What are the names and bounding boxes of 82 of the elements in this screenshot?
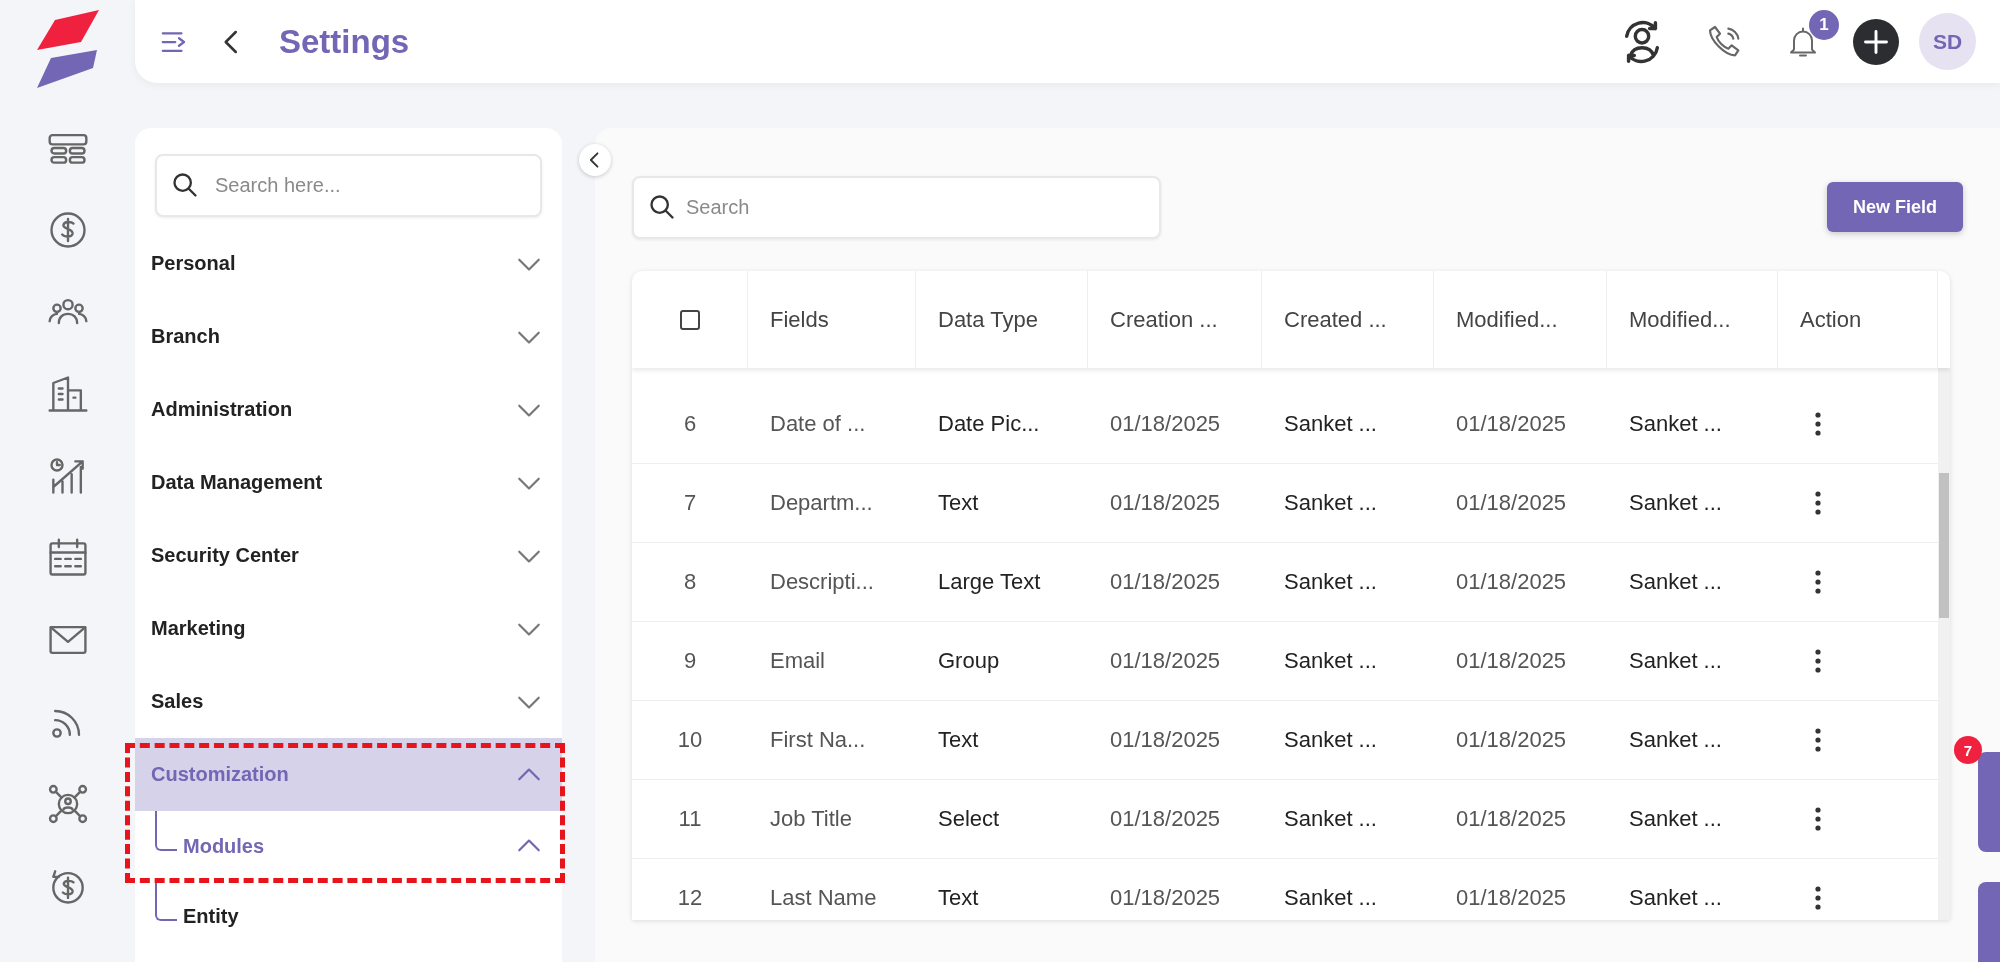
table-cell: 01/18/2025 <box>1434 859 1607 920</box>
kebab-icon <box>1815 412 1821 436</box>
settings-section[interactable]: Data Management <box>135 446 562 519</box>
row-number: 7 <box>632 464 748 543</box>
table-cell: 01/18/2025 <box>1434 701 1607 780</box>
table-cell: Job Title <box>748 780 916 859</box>
table-cell: Descripti... <box>748 543 916 622</box>
table-cell: Date of ... <box>748 385 916 464</box>
table-cell: Group <box>916 622 1088 701</box>
settings-section[interactable]: Security Center <box>135 519 562 592</box>
column-header[interactable]: Action <box>1778 271 1938 368</box>
select-all-checkbox[interactable] <box>679 309 700 330</box>
row-number: 6 <box>632 385 748 464</box>
row-number: 11 <box>632 780 748 859</box>
scrollbar[interactable] <box>1938 368 1950 920</box>
column-header[interactable]: Creation ... <box>1088 271 1262 368</box>
row-number: 9 <box>632 622 748 701</box>
table-cell: Last Name <box>748 859 916 920</box>
row-number: 10 <box>632 701 748 780</box>
table-cell: 01/18/2025 <box>1088 622 1262 701</box>
kebab-icon <box>1815 886 1821 910</box>
table-cell: Sanket ... <box>1262 385 1434 464</box>
table-cell: Sanket ... <box>1262 780 1434 859</box>
table-cell: Sanket ... <box>1262 464 1434 543</box>
table-cell: Sanket ... <box>1262 859 1434 920</box>
settings-section[interactable]: Administration <box>135 373 562 446</box>
table-cell: 01/18/2025 <box>1088 701 1262 780</box>
plus-icon <box>1862 27 1890 56</box>
table-cell: Sanket ... <box>1262 701 1434 780</box>
table-cell: 01/18/2025 <box>1088 385 1262 464</box>
notification-badge: 1 <box>1809 9 1839 40</box>
table-cell: 01/18/2025 <box>1434 385 1607 464</box>
table-cell: 01/18/2025 <box>1088 543 1262 622</box>
column-header[interactable]: Modified... <box>1607 271 1778 368</box>
column-header[interactable]: Modified... <box>1434 271 1607 368</box>
kebab-icon <box>1815 491 1821 515</box>
search-field[interactable]: Search <box>632 176 1161 239</box>
table-cell: Large Text <box>916 543 1088 622</box>
table-cell: Sanket ... <box>1262 622 1434 701</box>
table-cell: Email <box>748 622 916 701</box>
app-logo[interactable] <box>36 10 99 88</box>
table-cell: 01/18/2025 <box>1434 622 1607 701</box>
column-header[interactable]: Fields <box>748 271 916 368</box>
table-cell: 01/18/2025 <box>1088 780 1262 859</box>
add-button[interactable] <box>1853 18 1899 65</box>
table-cell: 01/18/2025 <box>1088 464 1262 543</box>
row-number: 8 <box>632 543 748 622</box>
new-field-button[interactable]: New Field <box>1827 182 1963 232</box>
table-cell: Sanket ... <box>1607 385 1778 464</box>
column-header[interactable]: Created ... <box>1262 271 1434 368</box>
row-number: 12 <box>632 859 748 920</box>
settings-section[interactable]: Sales <box>135 665 562 738</box>
table-cell: Sanket ... <box>1607 543 1778 622</box>
table-cell: 01/18/2025 <box>1434 780 1607 859</box>
kebab-icon <box>1815 807 1821 831</box>
page-title: Settings <box>279 22 410 61</box>
table-cell: Departm... <box>748 464 916 543</box>
table-cell: Sanket ... <box>1262 543 1434 622</box>
table-cell: 01/18/2025 <box>1434 464 1607 543</box>
table-cell: Sanket ... <box>1607 701 1778 780</box>
kebab-icon <box>1815 570 1821 594</box>
table-cell: Sanket ... <box>1607 780 1778 859</box>
table-cell: Text <box>916 701 1088 780</box>
table-cell: Text <box>916 859 1088 920</box>
settings-section[interactable]: Marketing <box>135 592 562 665</box>
user-avatar[interactable]: SD <box>1919 13 1976 70</box>
kebab-icon <box>1815 649 1821 673</box>
table-cell: Select <box>916 780 1088 859</box>
table-cell: Sanket ... <box>1607 859 1778 920</box>
settings-section[interactable]: Personal <box>135 227 562 300</box>
table-cell: Sanket ... <box>1607 622 1778 701</box>
table-cell: 01/18/2025 <box>1434 543 1607 622</box>
table-cell: Date Pic... <box>916 385 1088 464</box>
settings-section[interactable]: Branch <box>135 300 562 373</box>
sidebar-search-field[interactable]: Search here... <box>155 154 542 217</box>
table-cell: First Na... <box>748 701 916 780</box>
table-cell: 01/18/2025 <box>1088 859 1262 920</box>
table-cell: Sanket ... <box>1607 464 1778 543</box>
column-header[interactable]: Data Type <box>916 271 1088 368</box>
kebab-icon <box>1815 728 1821 752</box>
table-cell: Text <box>916 464 1088 543</box>
collapse-button[interactable] <box>579 144 611 176</box>
